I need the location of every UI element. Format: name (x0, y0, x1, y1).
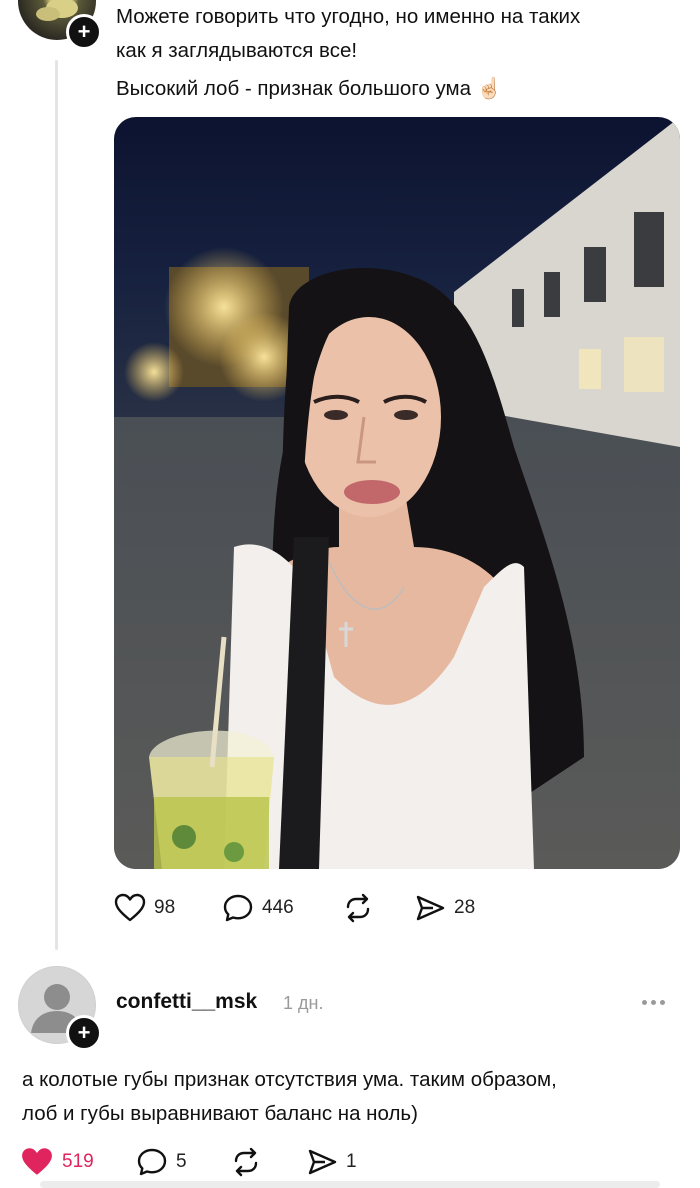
post-text-line: Можете говорить что угодно, но именно на… (116, 5, 581, 28)
comment-repost-button[interactable] (230, 1147, 306, 1177)
post-text-line: Высокий лоб - признак большого ума ☝🏻 (116, 77, 503, 100)
post-text-line: как я заглядываются все! (116, 39, 358, 62)
send-icon (308, 1149, 337, 1175)
comment-reply-count: 5 (176, 1151, 187, 1172)
follow-plus-icon[interactable]: + (66, 1015, 102, 1051)
comment-like-button[interactable]: 519 (20, 1146, 136, 1178)
share-count: 28 (454, 897, 476, 918)
comment-time: 1 дн. (283, 993, 324, 1013)
repost-icon (234, 1147, 258, 1177)
repost-button[interactable] (342, 893, 414, 923)
like-button[interactable]: 98 (114, 893, 222, 923)
comment-button[interactable]: 446 (222, 893, 342, 923)
bottom-scroll-edge (40, 1181, 660, 1188)
thread-line (55, 60, 58, 950)
comment-actions: 519 5 1 (20, 1146, 440, 1178)
post-actions: 98 446 28 (114, 893, 534, 923)
comment-text: а колотые губы признак отсутствия ума. т… (22, 1063, 682, 1131)
more-dots-icon[interactable] (642, 1000, 665, 1005)
comment-text-line: лоб и губы выравнивают баланс на ноль) (22, 1102, 418, 1125)
comment-bubble-icon (223, 894, 253, 922)
heart-icon (22, 1148, 52, 1175)
repost-icon (346, 893, 370, 923)
comment-text-line: а колотые губы признак отсутствия ума. т… (22, 1068, 557, 1091)
post-photo[interactable] (114, 117, 680, 869)
comment-reply-button[interactable]: 5 (136, 1147, 230, 1177)
comment-count: 446 (262, 897, 294, 918)
comment-bubble-icon (137, 1148, 167, 1176)
comment-like-count: 519 (62, 1151, 94, 1172)
comment-share-button[interactable]: 1 (306, 1147, 386, 1177)
heart-icon (114, 893, 146, 922)
comment-username[interactable]: confetti__msk (116, 990, 257, 1014)
follow-plus-icon[interactable]: + (66, 14, 102, 50)
share-button[interactable]: 28 (414, 893, 514, 923)
like-count: 98 (154, 897, 176, 918)
send-icon (416, 895, 445, 921)
comment-share-count: 1 (346, 1151, 357, 1172)
post-text: Можете говорить что угодно, но именно на… (116, 0, 686, 106)
